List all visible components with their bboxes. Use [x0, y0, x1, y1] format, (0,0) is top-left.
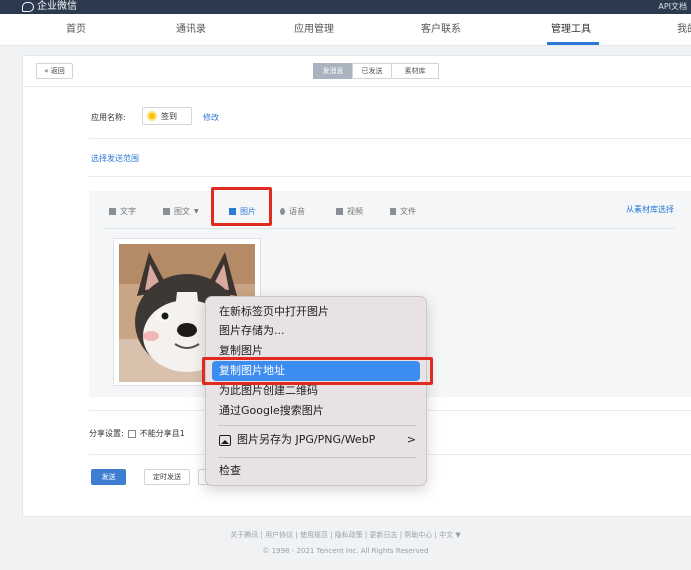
footer-copyright: © 1998 - 2021 Tencent Inc. All Rights Re…	[262, 547, 429, 555]
section-divider	[89, 138, 691, 139]
wecom-logo-icon	[22, 2, 34, 12]
section-divider	[89, 176, 691, 177]
text-icon	[109, 207, 116, 215]
app-selector[interactable]: 签到	[142, 107, 192, 125]
menu-inspect[interactable]: 检查	[206, 461, 428, 481]
share-settings-label: 分享设置:	[89, 429, 124, 438]
no-share-checkbox-label: 不能分享且1	[139, 429, 185, 438]
menu-save-image-format-label: 图片另存为 JPG/PNG/WebP	[237, 433, 376, 446]
tool-text[interactable]: 文字	[109, 204, 136, 218]
menu-separator	[218, 425, 416, 426]
article-icon	[163, 207, 170, 215]
api-docs-link[interactable]: API文档	[658, 0, 687, 14]
footer-links[interactable]: 关于腾讯 | 用户协议 | 使用规范 | 隐私政策 | 更新日志 | 帮助中心 …	[0, 530, 691, 540]
nav-contacts[interactable]: 通讯录	[176, 14, 206, 46]
timed-send-button[interactable]: 定时发送	[144, 469, 190, 485]
tab-material-library[interactable]: 素材库	[391, 63, 439, 79]
context-menu: 在新标签页中打开图片 图片存储为... 复制图片 复制图片地址 为此图片创建二维…	[205, 296, 427, 486]
tab-send-message[interactable]: 发消息	[313, 63, 353, 79]
file-icon	[390, 207, 396, 215]
chevron-down-icon: ▼	[194, 207, 199, 215]
chevron-right-icon: >	[406, 433, 416, 446]
app-name-value: 签到	[161, 111, 177, 121]
nav-app-management[interactable]: 应用管理	[294, 14, 334, 46]
tab-sent[interactable]: 已发送	[352, 63, 392, 79]
app-name-label: 应用名称:	[91, 113, 126, 122]
video-icon	[336, 207, 343, 215]
tool-video[interactable]: 视频	[336, 204, 363, 218]
tool-voice-label: 语音	[289, 206, 305, 216]
tool-article-label: 图文	[174, 206, 190, 216]
nav-customer-contact[interactable]: 客户联系	[421, 14, 461, 46]
copy-address-highlight	[202, 357, 433, 385]
tool-voice[interactable]: 语音	[280, 204, 305, 218]
tool-article[interactable]: 图文 ▼	[163, 204, 199, 218]
tool-text-label: 文字	[120, 206, 136, 216]
tool-file-label: 文件	[400, 206, 416, 216]
menu-save-image-as[interactable]: 图片存储为...	[206, 321, 428, 341]
edit-app-link[interactable]: 修改	[203, 112, 219, 123]
top-bar: 企业微信 API文档	[0, 0, 691, 14]
menu-search-google[interactable]: 通过Google搜索图片	[206, 401, 428, 421]
menu-save-image-format[interactable]: 图片另存为 JPG/PNG/WebP >	[206, 430, 428, 450]
image-icon	[219, 434, 231, 446]
choose-from-library-link[interactable]: 从素材库选择	[626, 204, 674, 215]
checkin-app-icon	[147, 111, 157, 121]
voice-icon	[280, 207, 285, 215]
header-divider	[23, 86, 691, 87]
main-nav: 首页 通讯录 应用管理 客户联系 管理工具 我的	[0, 14, 691, 46]
back-button[interactable]: « 返回	[36, 63, 73, 79]
share-settings: 分享设置: 不能分享且1	[89, 428, 185, 439]
toolbar-divider	[105, 228, 675, 229]
select-scope-link[interactable]: 选择发送范围	[91, 153, 139, 164]
image-tool-highlight	[211, 187, 272, 226]
tool-file[interactable]: 文件	[390, 204, 416, 218]
send-button[interactable]: 发送	[91, 469, 126, 485]
no-share-checkbox[interactable]	[127, 429, 136, 438]
tool-video-label: 视频	[347, 206, 363, 216]
nav-active-indicator	[547, 42, 599, 45]
nav-home[interactable]: 首页	[66, 14, 86, 46]
nav-my-company[interactable]: 我的	[677, 14, 691, 46]
brand-name: 企业微信	[37, 1, 77, 12]
brand-logo[interactable]: 企业微信	[22, 0, 77, 14]
message-tabs: 发消息 已发送 素材库	[313, 63, 439, 79]
menu-separator	[218, 457, 416, 458]
menu-open-image-new-tab[interactable]: 在新标签页中打开图片	[206, 302, 428, 322]
